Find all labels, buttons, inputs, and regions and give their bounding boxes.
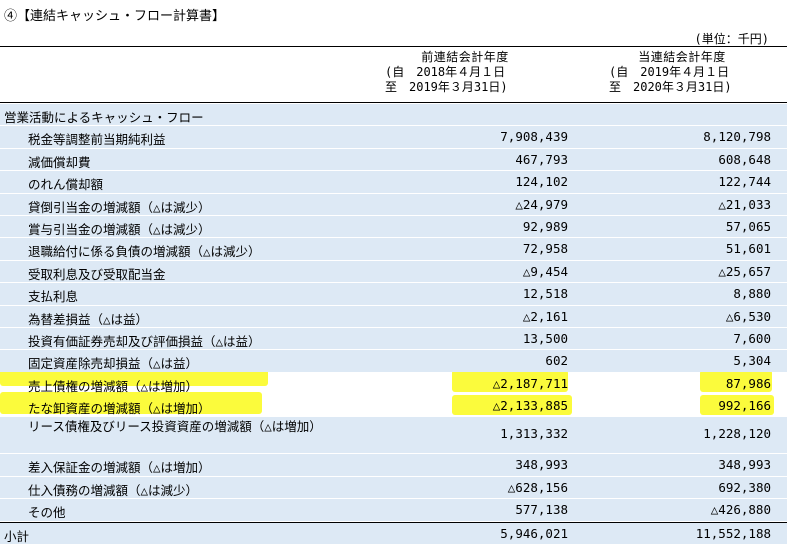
curr-value: 57,065 (725, 218, 771, 234)
curr-period-end: 至 2020年３月31日) (609, 80, 732, 94)
table-row: 支払利息 12,518 8,880 (0, 283, 787, 305)
prev-value: 124,102 (515, 174, 568, 190)
row-label: のれん償却額 (28, 177, 104, 193)
curr-value: 8,120,798 (703, 129, 771, 145)
row-label: 差入保証金の増減額（△は増加） (28, 460, 211, 476)
curr-period-title: 当連結会計年度 (638, 50, 726, 64)
row-label: 為替差損益（△は益） (28, 311, 149, 327)
cash-flow-table: 営業活動によるキャッシュ・フロー 税金等調整前当期純利益 7,908,439 8… (0, 104, 787, 545)
row-label: たな卸資産の増減額（△は増加） (28, 401, 211, 417)
top-rule (0, 46, 787, 47)
curr-value: 5,304 (733, 353, 771, 369)
row-label: 減価償却費 (28, 154, 91, 170)
prev-period-start: (自 2018年４月１日 (385, 65, 506, 79)
row-label: 賞与引当金の増減額（△は減少） (28, 221, 211, 237)
prev-value: △2,187,711 (492, 375, 568, 391)
prev-period-end: 至 2019年３月31日) (385, 80, 508, 94)
table-row: 賞与引当金の増減額（△は減少） 92,989 57,065 (0, 215, 787, 238)
prev-value: 72,958 (522, 241, 568, 257)
curr-value: 7,600 (733, 330, 771, 346)
curr-value: 992,166 (718, 398, 771, 414)
curr-value: △426,880 (710, 502, 771, 518)
subtotal-curr-value: 11,552,188 (695, 525, 771, 541)
section-title: 営業活動によるキャッシュ・フロー (4, 110, 204, 125)
unit-label: (単位：千円) (694, 32, 769, 46)
table-row: 減価償却費 467,793 608,648 (0, 148, 787, 171)
prev-value: 467,793 (515, 151, 568, 167)
curr-value: △6,530 (725, 308, 771, 324)
table-row: 固定資産除売却損益（△は益） 602 5,304 (0, 350, 787, 372)
subtotal-prev-value: 5,946,021 (500, 525, 568, 541)
table-row: のれん償却額 124,102 122,744 (0, 171, 787, 193)
curr-value: 608,648 (718, 151, 771, 167)
prev-value: △2,161 (522, 308, 568, 324)
row-label: 退職給付に係る負債の増減額（△は減少） (28, 244, 261, 260)
prev-value: 13,500 (522, 330, 568, 346)
prev-period-title: 前連結会計年度 (421, 50, 509, 64)
prev-value: 602 (545, 353, 568, 369)
row-label: 税金等調整前当期純利益 (28, 132, 166, 148)
table-row: 為替差損益（△は益） △2,161 △6,530 (0, 305, 787, 327)
header-rule (0, 102, 787, 103)
table-row: 投資有価証券売却及び評価損益（△は益） 13,500 7,600 (0, 327, 787, 350)
curr-value: 348,993 (718, 457, 771, 473)
curr-value: △25,657 (718, 263, 771, 279)
statement-title: ④【連結キャッシュ・フロー計算書】 (4, 9, 226, 24)
row-label: 受取利息及び受取配当金 (28, 266, 166, 282)
curr-value: 122,744 (718, 174, 771, 190)
prev-value: △2,133,885 (492, 398, 568, 414)
table-row: たな卸資産の増減額（△は増加） △2,133,885 992,166 (0, 395, 787, 416)
row-label: その他 (28, 505, 66, 521)
row-label: リース債権及びリース投資資産の増減額（△は増加） (28, 419, 322, 435)
prev-value: 7,908,439 (500, 129, 568, 145)
curr-value: 87,986 (725, 375, 771, 391)
row-label: 売上債権の増減額（△は増加） (28, 378, 199, 394)
table-row: 受取利息及び受取配当金 △9,454 △25,657 (0, 260, 787, 283)
curr-value: 1,228,120 (703, 426, 771, 442)
curr-value: 692,380 (718, 479, 771, 495)
table-row: 売上債権の増減額（△は増加） △2,187,711 87,986 (0, 373, 787, 394)
prev-value: 12,518 (522, 286, 568, 302)
column-header-prev: 前連結会計年度 (自 2018年４月１日 至 2019年３月31日) (355, 50, 575, 95)
subtotal-label: 小計 (4, 528, 30, 544)
curr-value: △21,033 (718, 196, 771, 212)
prev-value: △24,979 (515, 196, 568, 212)
curr-period-start: (自 2019年４月１日 (609, 65, 730, 79)
prev-value: 348,993 (515, 457, 568, 473)
prev-value: 92,989 (522, 218, 568, 234)
prev-value: 1,313,332 (500, 426, 568, 442)
table-row: 仕入債務の増減額（△は減少） △628,156 692,380 (0, 476, 787, 499)
curr-value: 8,880 (733, 286, 771, 302)
table-row: 税金等調整前当期純利益 7,908,439 8,120,798 (0, 126, 787, 148)
prev-value: 577,138 (515, 502, 568, 518)
table-row: 差入保証金の増減額（△は増加） 348,993 348,993 (0, 454, 787, 476)
section-row: 営業活動によるキャッシュ・フロー (0, 104, 787, 126)
row-label: 貸倒引当金の増減額（△は減少） (28, 199, 211, 215)
prev-value: △9,454 (522, 263, 568, 279)
table-row: その他 577,138 △426,880 (0, 499, 787, 521)
row-label: 固定資産除売却損益（△は益） (28, 356, 199, 372)
table-row: リース債権及びリース投資資産の増減額（△は増加） 1,313,332 1,228… (0, 417, 787, 454)
row-label: 支払利息 (28, 289, 79, 305)
table-row: 貸倒引当金の増減額（△は減少） △24,979 △21,033 (0, 193, 787, 215)
row-label: 仕入債務の増減額（△は減少） (28, 482, 199, 498)
prev-value: △628,156 (507, 479, 568, 495)
row-label: 投資有価証券売却及び評価損益（△は益） (28, 333, 261, 349)
curr-value: 51,601 (725, 241, 771, 257)
table-row: 退職給付に係る負債の増減額（△は減少） 72,958 51,601 (0, 238, 787, 260)
column-header-curr: 当連結会計年度 (自 2019年４月１日 至 2020年３月31日) (577, 50, 787, 95)
